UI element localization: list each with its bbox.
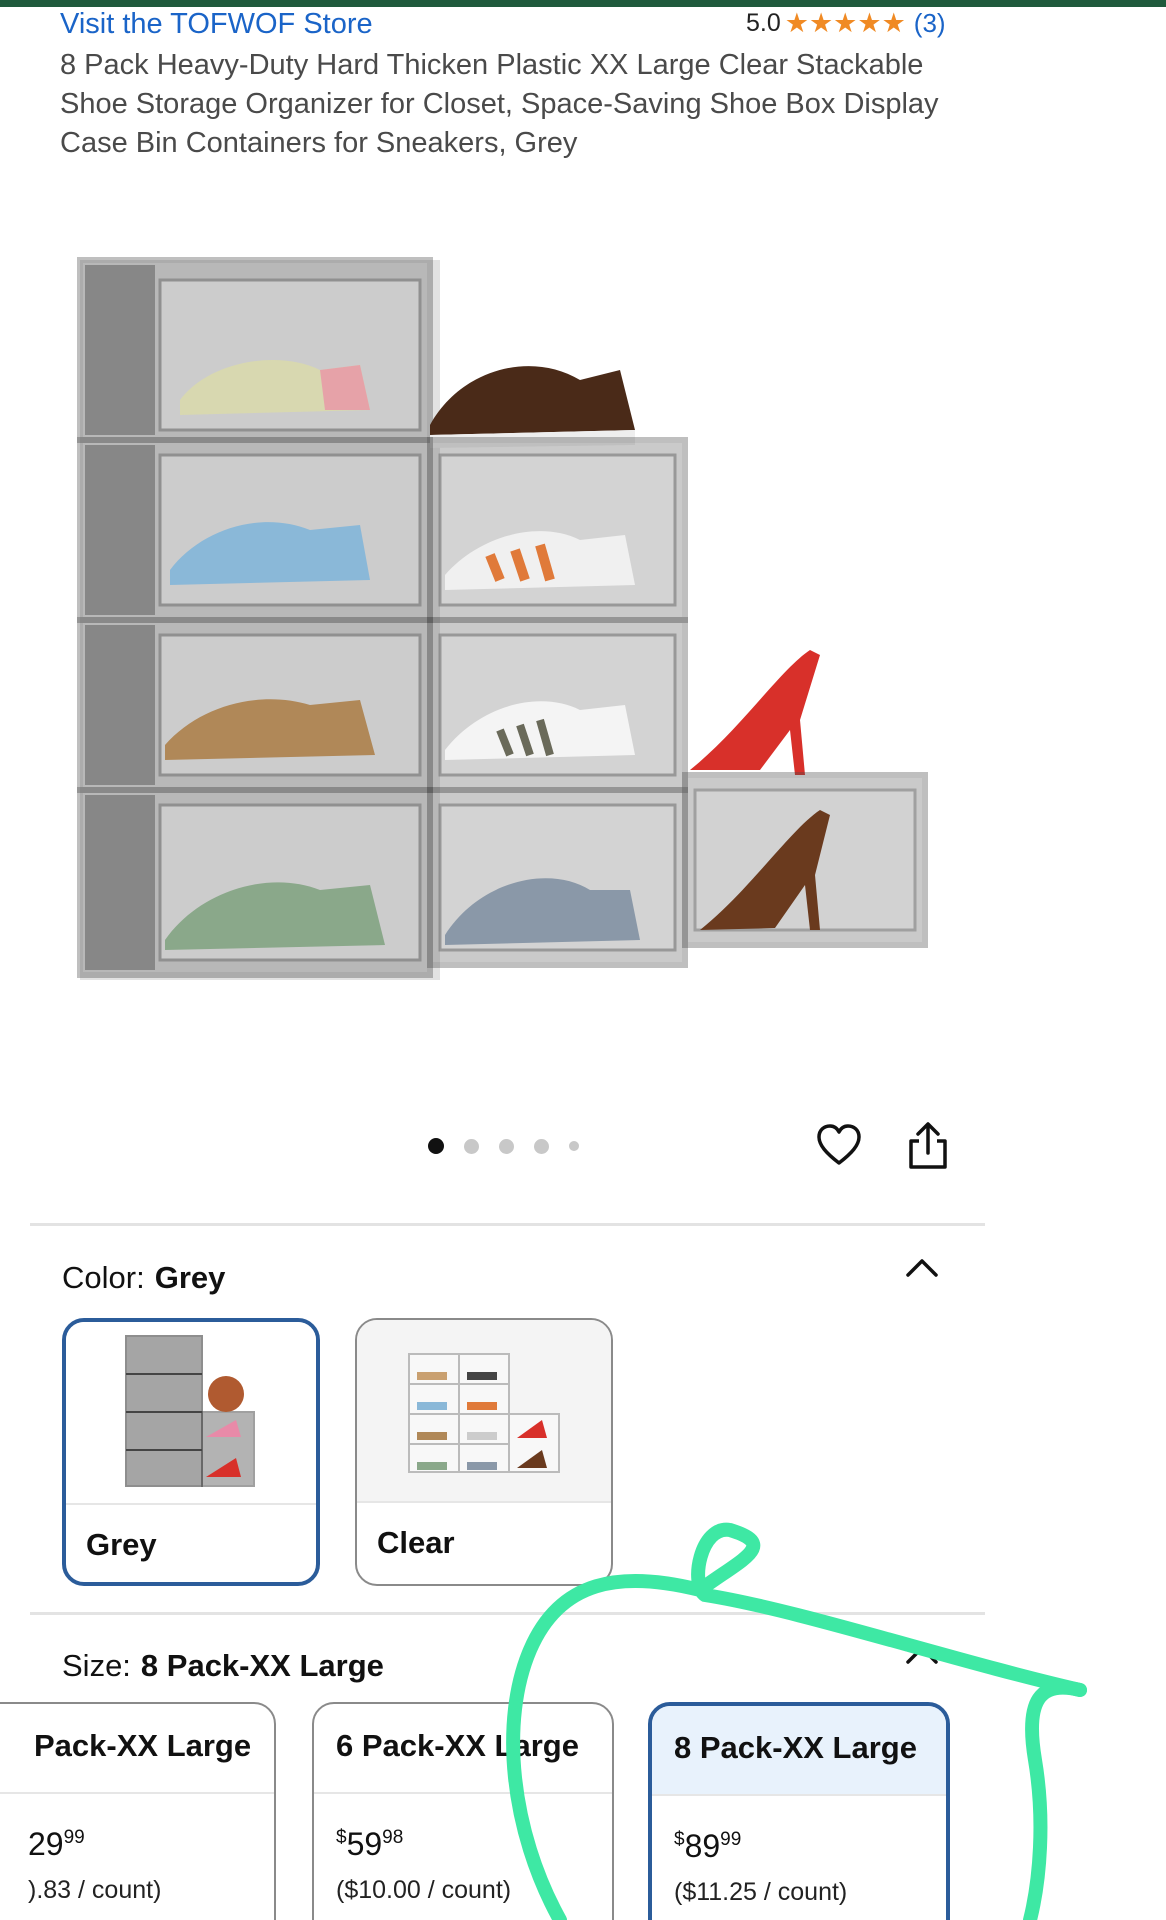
color-thumbnail-clear [357, 1320, 611, 1503]
image-carousel-dots[interactable] [428, 1138, 579, 1154]
chevron-up-icon[interactable] [904, 1642, 940, 1666]
color-selected-value: Grey [154, 1260, 226, 1295]
size-option-price: $5998 [336, 1826, 404, 1862]
share-icon[interactable] [905, 1121, 951, 1171]
star-rating-icon: ★★★★★ [784, 8, 906, 38]
size-option-name: Pack-XX Large [34, 1728, 252, 1763]
size-option-unit-price: ).83 / count) [28, 1876, 162, 1904]
size-selector-label: Size: 8 Pack-XX Large [62, 1648, 384, 1684]
product-title: 8 Pack Heavy-Duty Hard Thicken Plastic X… [60, 49, 939, 159]
rating-value: 5.0 [746, 9, 781, 37]
color-option-clear[interactable]: Clear [355, 1318, 613, 1586]
section-divider [30, 1223, 985, 1226]
product-image[interactable] [60, 250, 960, 990]
size-option-8-pack[interactable]: 8 Pack-XX Large $8999 ($11.25 / count) [648, 1702, 950, 1920]
shoe-box-stack-illustration [77, 257, 928, 980]
carousel-dot-1[interactable] [428, 1138, 444, 1154]
section-divider [30, 1612, 985, 1615]
color-option-label: Grey [86, 1527, 157, 1562]
color-selector-label: Color: Grey [62, 1260, 225, 1296]
chevron-up-icon[interactable] [904, 1255, 940, 1279]
carousel-dot-4[interactable] [534, 1138, 549, 1154]
carousel-dot-2[interactable] [464, 1138, 479, 1154]
visit-store-link[interactable]: Visit the TOFWOF Store [60, 8, 373, 41]
size-option-4-pack[interactable]: Pack-XX Large 2999 ).83 / count) [0, 1702, 276, 1920]
heart-icon[interactable] [816, 1123, 862, 1169]
size-label-text: Size: [62, 1648, 131, 1683]
review-count-link[interactable]: (3) [914, 8, 946, 39]
size-option-unit-price: ($11.25 / count) [674, 1878, 848, 1906]
top-status-bar [0, 0, 1166, 7]
color-option-grey[interactable]: Grey [62, 1318, 320, 1586]
size-option-name: 6 Pack-XX Large [336, 1728, 579, 1763]
color-option-label: Clear [377, 1525, 455, 1560]
carousel-dot-5[interactable] [569, 1141, 579, 1151]
size-selected-value: 8 Pack-XX Large [140, 1648, 384, 1683]
size-option-price: $8999 [674, 1828, 742, 1864]
size-option-unit-price: ($10.00 / count) [336, 1876, 512, 1904]
size-option-name: 8 Pack-XX Large [674, 1730, 917, 1765]
size-option-6-pack[interactable]: 6 Pack-XX Large $5998 ($10.00 / count) [312, 1702, 614, 1920]
size-option-price: 2999 [28, 1826, 85, 1862]
rating-summary[interactable]: 5.0 ★★★★★ (3) [746, 8, 946, 39]
color-label-text: Color: [62, 1260, 145, 1295]
color-thumbnail-grey [66, 1322, 316, 1505]
carousel-dot-3[interactable] [499, 1138, 514, 1154]
